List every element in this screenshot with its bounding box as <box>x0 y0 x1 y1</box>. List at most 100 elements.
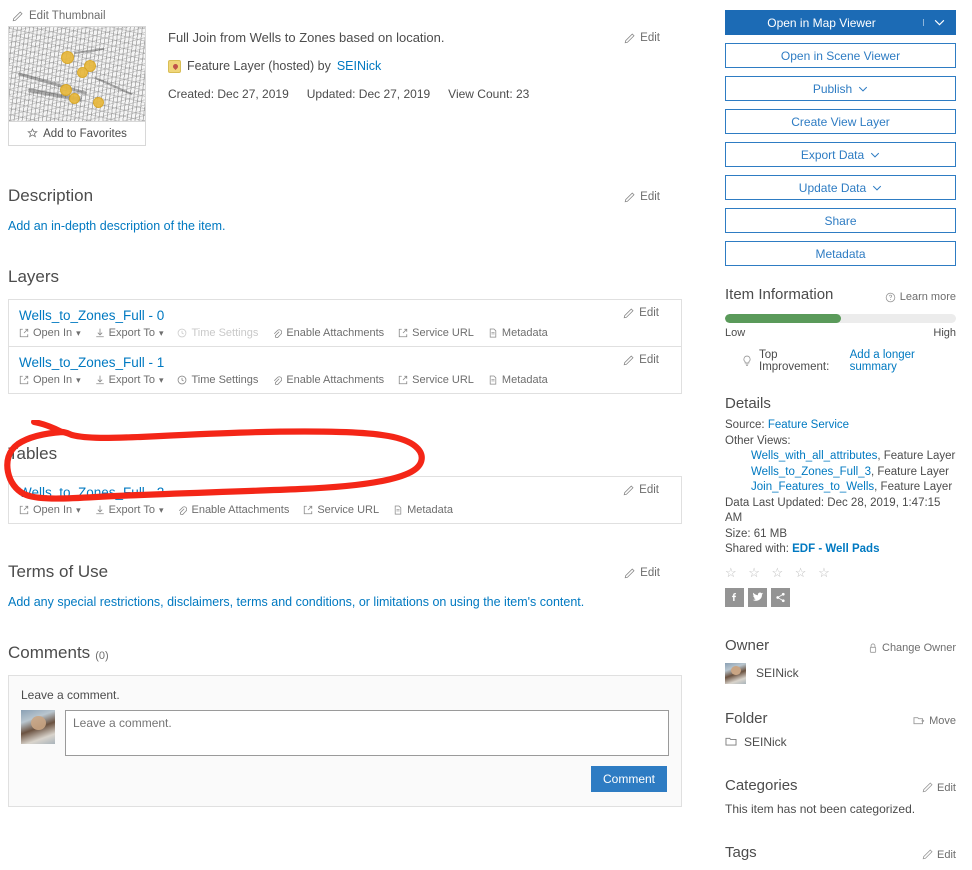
comment-input[interactable] <box>65 710 669 756</box>
other-view-link[interactable]: Wells_with_all_attributes <box>751 450 877 462</box>
add-to-favorites-button[interactable]: Add to Favorites <box>9 121 145 145</box>
chevron-down-icon[interactable] <box>923 19 955 26</box>
edit-thumbnail-link[interactable]: Edit Thumbnail <box>8 0 682 26</box>
action-label: Enable Attachments <box>191 504 290 516</box>
change-owner-link[interactable]: Change Owner <box>868 642 956 654</box>
created-date: Created: Dec 27, 2019 <box>168 87 289 101</box>
facebook-icon[interactable] <box>725 587 744 607</box>
share-icon[interactable] <box>771 587 790 607</box>
layers-list: Wells_to_Zones_Full - 0 Open In ▾ Export… <box>8 299 682 394</box>
export-to-action[interactable]: Export To ▾ <box>95 327 164 339</box>
open-in-action[interactable]: Open In ▾ <box>19 374 81 386</box>
share-button[interactable]: Share <box>725 208 956 233</box>
export-to-action[interactable]: Export To ▾ <box>95 504 164 516</box>
metadata-action[interactable]: Metadata <box>393 504 453 516</box>
export-to-action[interactable]: Export To ▾ <box>95 374 164 386</box>
owner-name: SEINick <box>756 666 799 680</box>
table-name-link[interactable]: Wells_to_Zones_Full - 2 <box>19 485 671 500</box>
service-url-action[interactable]: Service URL <box>398 327 474 339</box>
publish-button[interactable]: Publish <box>725 76 956 101</box>
layer-name-link[interactable]: Wells_to_Zones_Full - 1 <box>19 355 671 370</box>
action-label: Open In <box>33 327 73 339</box>
rating-stars[interactable]: ☆ ☆ ☆ ☆ ☆ <box>725 565 956 581</box>
tables-heading: Tables <box>8 444 58 463</box>
service-url-action[interactable]: Service URL <box>398 374 474 386</box>
chevron-down-icon: ▾ <box>158 374 164 385</box>
source-link[interactable]: Feature Service <box>768 419 849 431</box>
open-in-action[interactable]: Open In ▾ <box>19 504 81 516</box>
change-owner-label: Change Owner <box>882 641 956 654</box>
open-in-action[interactable]: Open In ▾ <box>19 327 81 339</box>
top-improvement-row: Top Improvement: Add a longer summary <box>725 349 956 373</box>
clock-icon <box>177 375 187 385</box>
action-label: Time Settings <box>191 327 259 339</box>
service-url-action[interactable]: Service URL <box>303 504 379 516</box>
layer-name-link[interactable]: Wells_to_Zones_Full - 0 <box>19 308 671 323</box>
chevron-down-icon: ▾ <box>158 504 164 515</box>
item-owner-link[interactable]: SEINick <box>337 59 381 73</box>
edit-layer-button[interactable]: Edit <box>623 354 659 366</box>
item-type-label: Feature Layer (hosted) by <box>187 59 331 73</box>
action-label: Enable Attachments <box>286 327 385 339</box>
pencil-icon <box>623 354 634 366</box>
add-longer-summary-link[interactable]: Add a longer summary <box>850 349 956 373</box>
owner-section: Owner Change Owner SEINick <box>725 637 956 684</box>
edit-tags-button[interactable]: Edit <box>922 849 956 861</box>
item-dates: Created: Dec 27, 2019 Updated: Dec 27, 2… <box>168 87 682 101</box>
shared-with-link[interactable]: EDF - Well Pads <box>792 543 879 555</box>
comment-form-label: Leave a comment. <box>21 688 120 702</box>
edit-categories-button[interactable]: Edit <box>922 782 956 794</box>
chevron-down-icon: ▾ <box>158 327 164 338</box>
enable-attachments-action[interactable]: Enable Attachments <box>272 327 384 339</box>
source-label: Source: <box>725 419 765 431</box>
thumbnail-image[interactable] <box>9 27 145 121</box>
export-data-button[interactable]: Export Data <box>725 142 956 167</box>
metadata-action[interactable]: Metadata <box>488 327 548 339</box>
add-description-link[interactable]: Add an in-depth description of the item. <box>8 219 226 233</box>
create-view-layer-button[interactable]: Create View Layer <box>725 109 956 134</box>
categories-heading: Categories <box>725 776 798 794</box>
edit-terms-button[interactable]: Edit <box>624 567 660 579</box>
submit-comment-button[interactable]: Comment <box>590 766 667 792</box>
question-circle-icon <box>885 292 896 303</box>
chevron-down-icon <box>870 152 880 158</box>
categories-section: Categories Edit This item has not been c… <box>725 777 956 816</box>
item-summary: Full Join from Wells to Zones based on l… <box>168 26 682 146</box>
edit-layer-button[interactable]: Edit <box>623 307 659 319</box>
time-settings-action[interactable]: Time Settings <box>177 374 258 386</box>
other-view-link[interactable]: Wells_to_Zones_Full_3 <box>751 466 871 478</box>
item-information-heading: Item Information <box>725 286 834 303</box>
enable-attachments-action[interactable]: Enable Attachments <box>272 374 384 386</box>
edit-item-title-button[interactable]: Edit <box>624 32 660 44</box>
learn-more-link[interactable]: Learn more <box>885 291 956 303</box>
table-row: Wells_to_Zones_Full - 0 Open In ▾ Export… <box>8 299 682 347</box>
meter-high-label: High <box>933 327 956 339</box>
details-section: Details Source: Feature Service Other Vi… <box>725 395 956 607</box>
other-views-label: Other Views: <box>725 434 791 447</box>
edit-thumbnail-label: Edit Thumbnail <box>29 10 106 22</box>
layer-actions: Open In ▾ Export To ▾ Time Settings Enab… <box>19 374 671 386</box>
add-terms-link[interactable]: Add any special restrictions, disclaimer… <box>8 595 584 609</box>
edit-label: Edit <box>640 32 660 44</box>
other-view-link[interactable]: Join_Features_to_Wells <box>751 481 874 493</box>
open-in-map-viewer-button[interactable]: Open in Map Viewer <box>725 10 956 35</box>
other-view-suffix: , Feature Layer <box>870 465 949 478</box>
metadata-action[interactable]: Metadata <box>488 374 548 386</box>
lightbulb-icon <box>741 355 753 368</box>
folder-name: SEINick <box>744 734 787 749</box>
open-in-scene-viewer-button[interactable]: Open in Scene Viewer <box>725 43 956 68</box>
move-folder-link[interactable]: Move <box>913 715 956 727</box>
external-link-icon <box>398 328 408 338</box>
item-size: Size: 61 MB <box>725 527 787 540</box>
owner-heading: Owner <box>725 636 770 654</box>
twitter-icon[interactable] <box>748 587 767 607</box>
metadata-button[interactable]: Metadata <box>725 241 956 266</box>
action-label: Export To <box>108 374 155 386</box>
edit-table-button[interactable]: Edit <box>623 484 659 496</box>
details-heading: Details <box>725 395 771 412</box>
update-data-button[interactable]: Update Data <box>725 175 956 200</box>
enable-attachments-action[interactable]: Enable Attachments <box>177 504 289 516</box>
chevron-down-icon: ▾ <box>76 327 81 338</box>
edit-description-button[interactable]: Edit <box>624 191 660 203</box>
action-label: Open In <box>33 374 73 386</box>
